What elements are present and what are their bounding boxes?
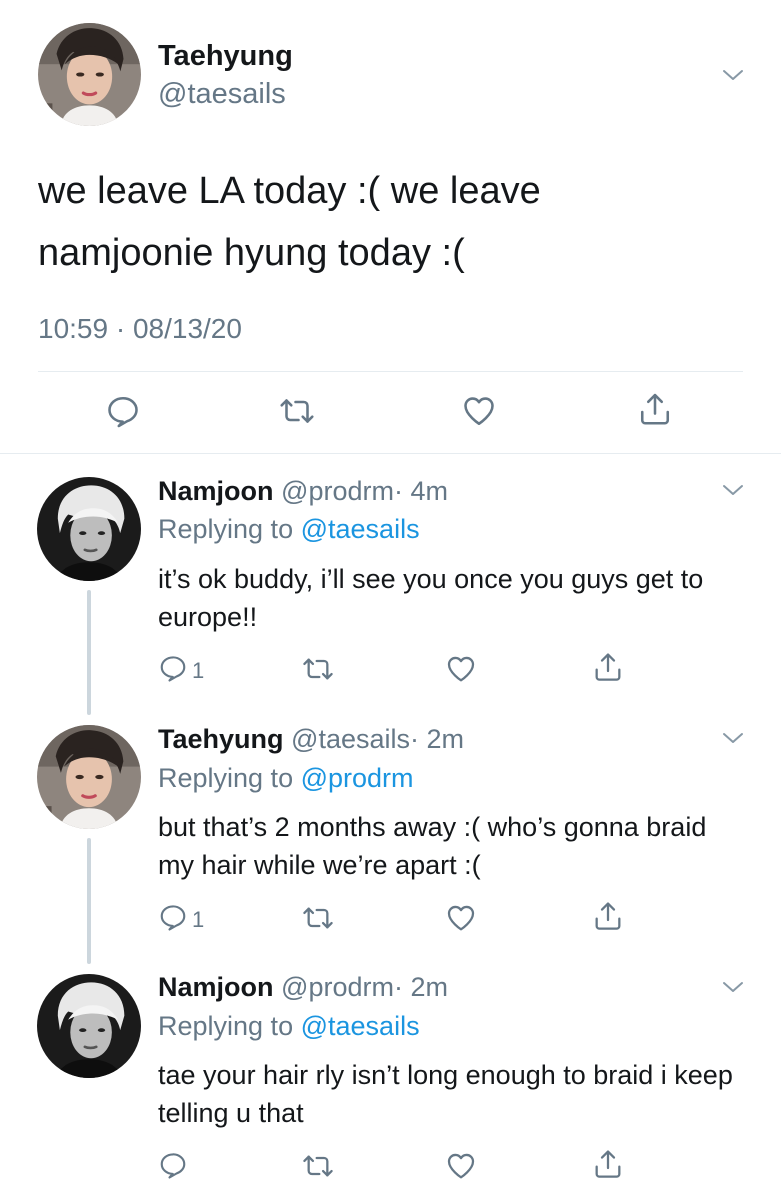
thread-line (87, 838, 91, 964)
replying-prefix: Replying to (158, 763, 294, 793)
main-tweet-timestamp[interactable]: 10:59 · 08/13/20 (38, 313, 242, 345)
heart-icon[interactable] (445, 1150, 477, 1182)
replying-prefix: Replying to (158, 1011, 294, 1041)
reply-icon[interactable] (158, 1150, 188, 1180)
reply-author-name[interactable]: Taehyung (158, 724, 284, 754)
main-tweet-text: we leave LA today :( we leave namjoonie … (38, 170, 541, 274)
chevron-down-icon[interactable] (722, 483, 744, 497)
replying-to: Replying to @taesails (158, 514, 420, 545)
reply-author-handle[interactable]: @prodrm (281, 476, 394, 506)
share-icon[interactable] (592, 651, 624, 683)
reply-icon[interactable] (105, 393, 141, 429)
replying-to: Replying to @taesails (158, 1011, 420, 1042)
reply-author-handle[interactable]: @prodrm (281, 972, 394, 1002)
chevron-down-icon[interactable] (722, 731, 744, 745)
avatar-namjoon[interactable] (37, 974, 141, 1078)
reply-header: Taehyung @taesails· 2m (158, 724, 464, 755)
reply-time: · 2m (393, 972, 448, 1002)
avatar-taehyung[interactable] (38, 23, 141, 126)
reply-text: tae your hair rly isn’t long enough to b… (158, 1060, 733, 1128)
retweet-icon[interactable] (302, 902, 334, 934)
retweet-icon[interactable] (302, 1150, 334, 1182)
share-icon[interactable] (592, 900, 624, 932)
reply-count: 1 (192, 907, 205, 932)
retweet-icon[interactable] (279, 393, 315, 429)
avatar-namjoon[interactable] (37, 477, 141, 581)
replying-to-link[interactable]: @prodrm (301, 763, 414, 793)
reply-header: Namjoon @prodrm· 2m (158, 972, 448, 1003)
replying-to-link[interactable]: @taesails (301, 1011, 420, 1041)
reply-time: · 4m (393, 476, 448, 506)
replying-prefix: Replying to (158, 514, 294, 544)
divider (0, 453, 781, 454)
share-icon[interactable] (592, 1148, 624, 1180)
replying-to-link[interactable]: @taesails (301, 514, 420, 544)
reply-author-name[interactable]: Namjoon (158, 476, 274, 506)
replying-to: Replying to @prodrm (158, 763, 414, 794)
main-tweet-handle[interactable]: @taesails (158, 78, 286, 111)
share-icon[interactable] (637, 391, 673, 427)
avatar-taehyung[interactable] (37, 725, 141, 829)
reply-header: Namjoon @prodrm· 4m (158, 476, 448, 507)
reply-count: 1 (192, 658, 205, 683)
thread-line (87, 590, 91, 715)
chevron-down-icon[interactable] (722, 68, 744, 82)
heart-icon[interactable] (461, 393, 497, 429)
main-tweet-name[interactable]: Taehyung (158, 40, 293, 73)
reply-author-handle[interactable]: @taesails (291, 724, 410, 754)
heart-icon[interactable] (445, 653, 477, 685)
reply-author-name[interactable]: Namjoon (158, 972, 274, 1002)
chevron-down-icon[interactable] (722, 980, 744, 994)
reply-time: · 2m (410, 724, 464, 754)
heart-icon[interactable] (445, 902, 477, 934)
reply-text: but that’s 2 months away :( who’s gonna … (158, 812, 707, 880)
reply-icon[interactable] (158, 902, 188, 932)
divider (38, 371, 743, 372)
reply-text: it’s ok buddy, i’ll see you once you guy… (158, 564, 704, 632)
reply-icon[interactable] (158, 653, 188, 683)
retweet-icon[interactable] (302, 653, 334, 685)
